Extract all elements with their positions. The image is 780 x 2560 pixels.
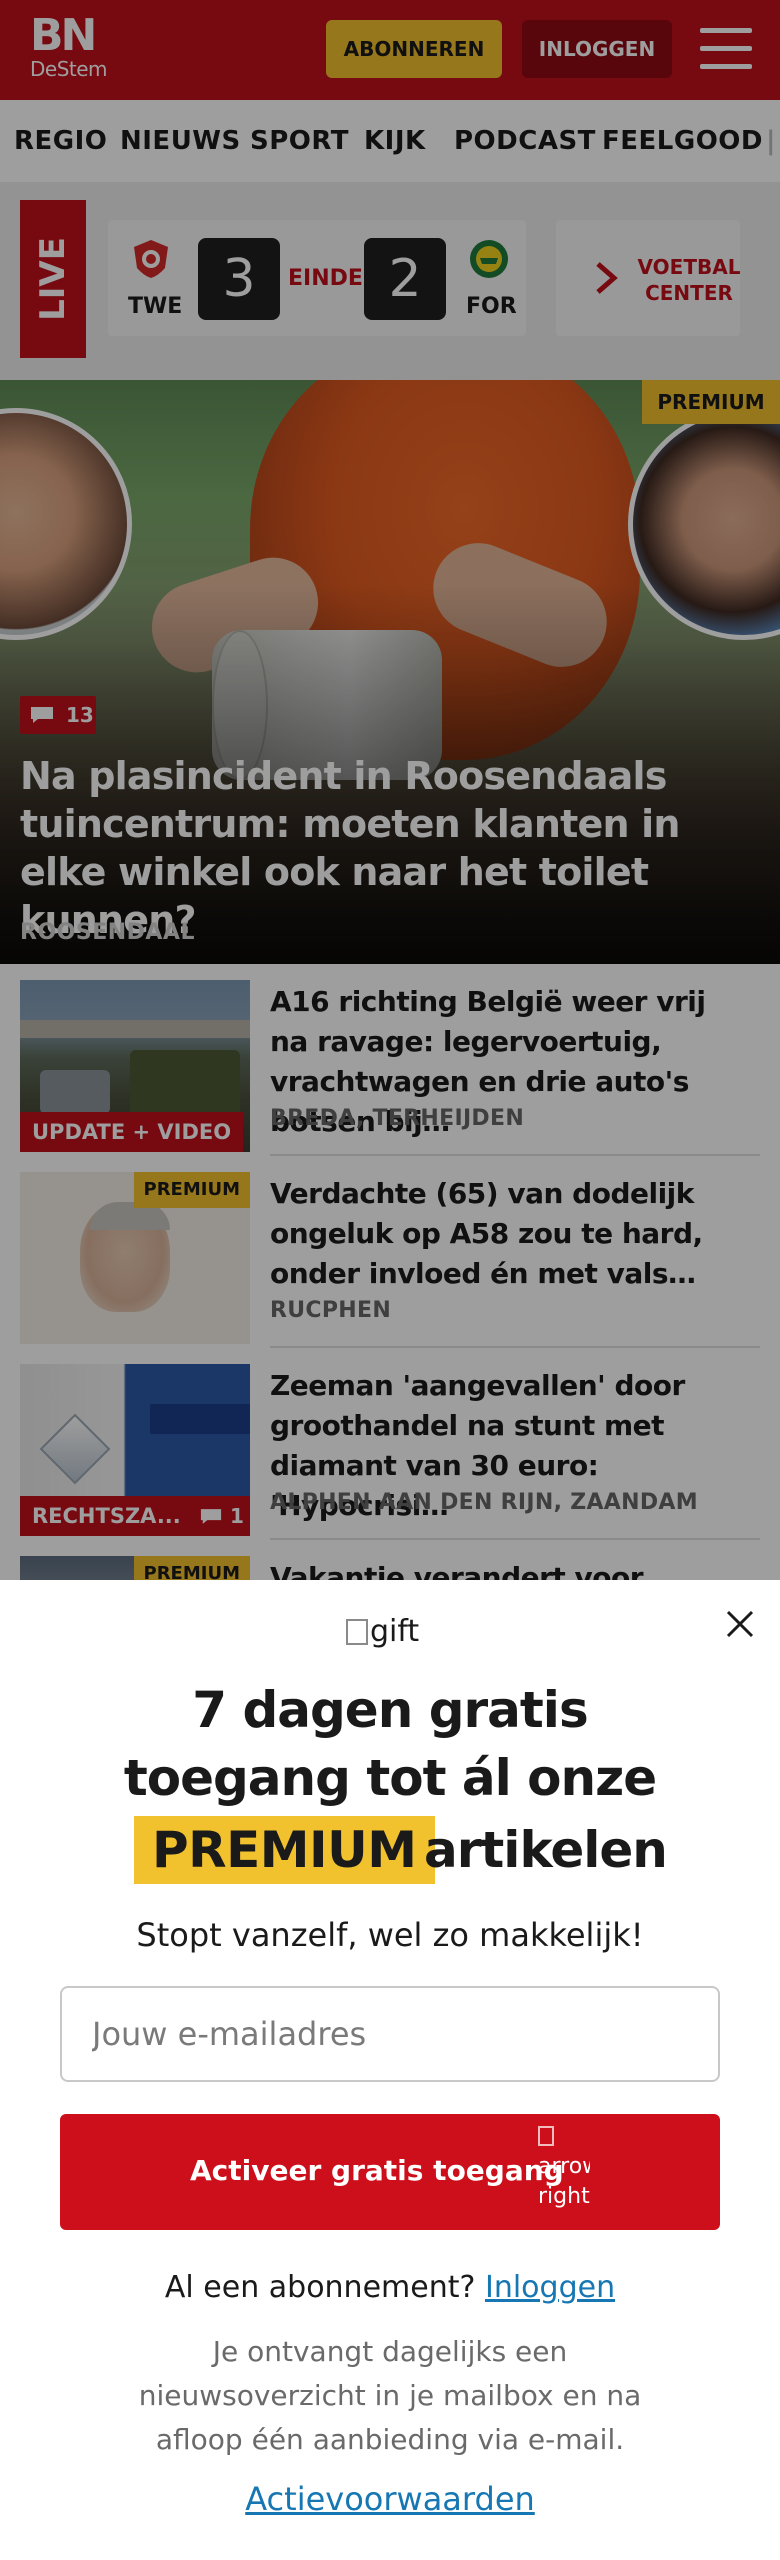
- activate-trial-button[interactable]: Activeer gratis toegang arrow-right: [60, 2114, 720, 2230]
- terms-link[interactable]: Actievoorwaarden: [40, 2480, 740, 2518]
- email-input[interactable]: [60, 1986, 720, 2082]
- headline-premium-highlight: PREMIUM: [134, 1816, 435, 1884]
- modal-login-link[interactable]: Inloggen: [485, 2270, 615, 2305]
- login-prompt-text: Al een abonnement?: [164, 2270, 476, 2305]
- gift-icon: gift: [346, 1614, 419, 1649]
- modal-backdrop[interactable]: [0, 0, 780, 1580]
- login-prompt: Al een abonnement? Inloggen: [40, 2270, 740, 2305]
- gift-alt-text: gift: [370, 1614, 420, 1649]
- headline-line2: toegang tot ál onze: [123, 1749, 657, 1807]
- headline-line1: 7 dagen gratis: [192, 1681, 588, 1739]
- arrow-right-alt-text: arrow-right: [538, 2154, 590, 2209]
- headline-articles: artikelen: [424, 1821, 668, 1879]
- modal-subtitle: Stopt vanzelf, wel zo makkelijk!: [136, 1916, 644, 1954]
- modal-fine-print: Je ontvangt dagelijks een nieuwsoverzich…: [138, 2335, 642, 2456]
- activate-trial-label: Activeer gratis toegang: [190, 2154, 564, 2187]
- arrow-right-icon: arrow-right: [538, 2122, 590, 2222]
- close-icon[interactable]: [722, 1606, 758, 1642]
- modal-headline: 7 dagen gratis toegang tot ál onze: [80, 1676, 700, 1812]
